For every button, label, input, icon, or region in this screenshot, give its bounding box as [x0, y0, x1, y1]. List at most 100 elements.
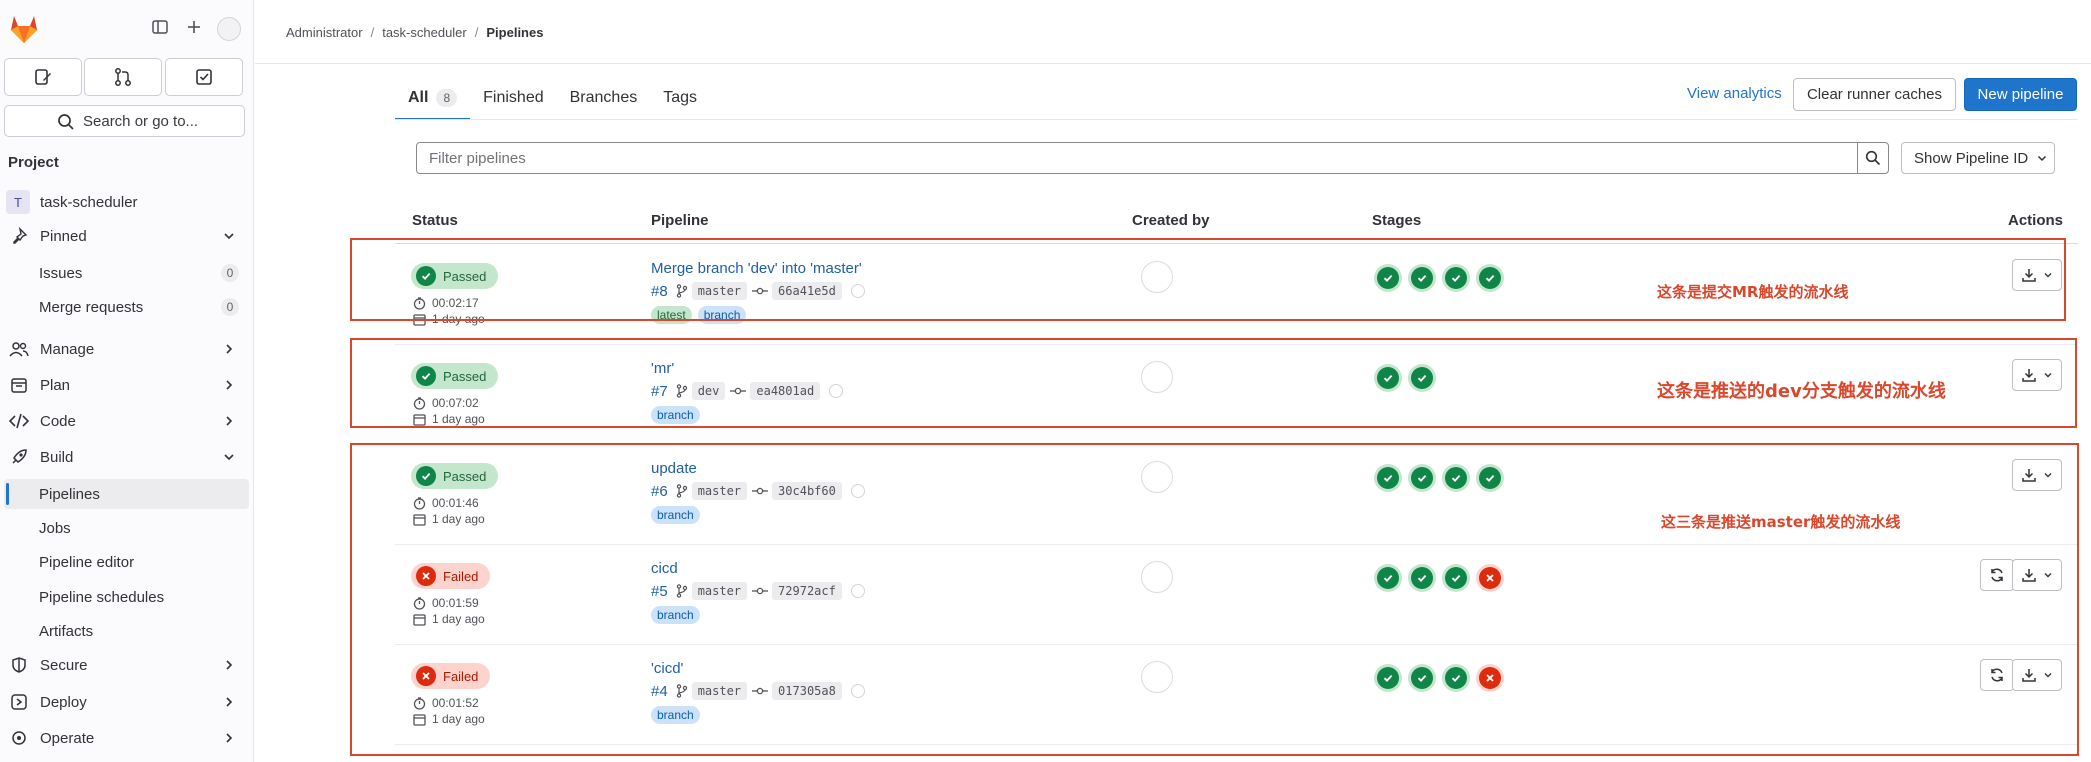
sidebar-item-build[interactable]: Build	[0, 442, 250, 472]
breadcrumb-current[interactable]: Pipelines	[486, 25, 543, 40]
sidebar-item-label: Operate	[40, 729, 95, 747]
annotation-box-mr	[350, 238, 2066, 321]
sidebar-item-label: Pipeline schedules	[39, 588, 165, 606]
sidebar-item-deploy[interactable]: Deploy	[0, 687, 250, 717]
annotation-box-master	[350, 443, 2079, 756]
sidebar-item-manage[interactable]: Manage	[0, 334, 250, 364]
sidebar-item-pipeline-editor[interactable]: Pipeline editor	[4, 547, 249, 577]
search-icon	[1865, 150, 1881, 166]
filter-search-button[interactable]	[1857, 142, 1889, 174]
chevron-down-icon	[224, 233, 234, 240]
view-analytics-link[interactable]: View analytics	[1687, 85, 1782, 102]
users-icon	[8, 338, 30, 360]
sidebar-item-label: Secure	[40, 656, 88, 674]
show-pipeline-id-dropdown[interactable]: Show Pipeline ID	[1901, 142, 2055, 174]
section-title: Project	[8, 154, 59, 171]
tab-label: Tags	[663, 89, 698, 106]
tab-divider	[395, 119, 2078, 120]
sidebar-item-pipeline-schedules[interactable]: Pipeline schedules	[4, 582, 249, 612]
issues-quick-button[interactable]	[4, 58, 82, 96]
user-avatar[interactable]	[217, 17, 241, 41]
sidebar-toggle-icon[interactable]	[149, 16, 171, 38]
chevron-right-icon	[226, 416, 233, 426]
tab-label: Branches	[569, 89, 638, 106]
sidebar-item-artifacts[interactable]: Artifacts	[4, 616, 249, 646]
chevron-right-icon	[226, 380, 233, 390]
plus-icon[interactable]	[183, 16, 205, 38]
sidebar-item-label: Pipeline editor	[39, 553, 135, 571]
sidebar-item-label: Manage	[40, 340, 95, 358]
sidebar-item-label: Artifacts	[39, 622, 94, 640]
breadcrumb-separator: /	[474, 25, 479, 40]
annotation-dev: 这条是推送的dev分支触发的流水线	[1657, 381, 1946, 402]
todo-quick-button[interactable]	[165, 58, 243, 96]
sidebar-item-label: Pipelines	[39, 485, 100, 503]
sidebar-project-link[interactable]: T task-scheduler	[6, 190, 246, 214]
pin-icon	[8, 225, 30, 247]
project-avatar: T	[6, 190, 30, 214]
sidebar-item-label: Issues	[39, 264, 83, 282]
tab-finished[interactable]: Finished	[470, 76, 556, 120]
sidebar-item-secure[interactable]: Secure	[0, 650, 250, 680]
breadcrumb-item[interactable]: Administrator	[286, 25, 363, 40]
new-pipeline-button[interactable]: New pipeline	[1964, 78, 2077, 111]
sidebar-item-code[interactable]: Code	[0, 406, 250, 436]
rocket-icon	[8, 446, 30, 468]
tab-all[interactable]: All 8	[395, 76, 471, 120]
count-badge: 0	[221, 298, 239, 316]
pipeline-tabs: All 8 Finished Branches Tags	[395, 76, 710, 120]
search-icon	[58, 114, 74, 130]
sidebar-item-label: Jobs	[39, 519, 71, 537]
sidebar-item-pipelines[interactable]: Pipelines	[4, 479, 249, 509]
sidebar-item-merge-requests[interactable]: Merge requests 0	[4, 292, 249, 322]
column-header-pipeline: Pipeline	[651, 212, 709, 229]
sidebar-item-operate[interactable]: Operate	[0, 723, 250, 753]
breadcrumb: Administrator / task-scheduler / Pipelin…	[286, 25, 543, 40]
chevron-right-icon	[226, 697, 233, 707]
sidebar-item-jobs[interactable]: Jobs	[4, 513, 249, 543]
global-search-input[interactable]: Search or go to...	[4, 105, 245, 137]
breadcrumb-separator: /	[370, 25, 375, 40]
column-header-created-by: Created by	[1132, 212, 1210, 229]
column-header-actions: Actions	[2008, 212, 2064, 229]
sidebar-item-issues[interactable]: Issues 0	[4, 258, 249, 288]
sidebar-item-label: Build	[40, 448, 74, 466]
tab-count-badge: 8	[436, 89, 458, 107]
sidebar: Search or go to... Project T task-schedu…	[0, 0, 254, 762]
chevron-right-icon	[226, 344, 233, 354]
chevron-down-icon	[2038, 155, 2047, 162]
sidebar-item-label: Plan	[40, 376, 71, 394]
chevron-right-icon	[226, 733, 233, 743]
todo-icon	[196, 69, 212, 85]
chevron-down-icon	[224, 454, 234, 461]
clear-runner-caches-button[interactable]: Clear runner caches	[1793, 78, 1956, 111]
annotation-mr: 这条是提交MR触发的流水线	[1657, 283, 1849, 301]
sidebar-item-label: Code	[40, 412, 76, 430]
column-header-stages: Stages	[1372, 212, 1422, 229]
filter-pipelines-input[interactable]: Filter pipelines	[416, 142, 1858, 174]
search-placeholder: Search or go to...	[83, 112, 199, 130]
sidebar-item-label: Merge requests	[39, 298, 144, 316]
tab-branches[interactable]: Branches	[557, 76, 651, 120]
tab-tags[interactable]: Tags	[650, 76, 710, 120]
merge-request-icon	[115, 68, 131, 86]
filter-placeholder: Filter pipelines	[429, 149, 526, 167]
issues-icon	[35, 69, 51, 85]
deploy-icon	[8, 691, 30, 713]
annotation-master: 这三条是推送master触发的流水线	[1661, 513, 1901, 531]
sidebar-item-pinned[interactable]: Pinned	[0, 221, 250, 251]
sidebar-item-label: Pinned	[40, 227, 87, 245]
merge-requests-quick-button[interactable]	[84, 58, 162, 96]
tab-label: Finished	[483, 89, 544, 106]
dropdown-label: Show Pipeline ID	[1914, 149, 2029, 167]
tab-label: All	[408, 89, 429, 106]
sidebar-item-label: Deploy	[40, 693, 87, 711]
breadcrumb-item[interactable]: task-scheduler	[382, 25, 467, 40]
gitlab-logo-icon[interactable]	[6, 10, 42, 46]
chevron-right-icon	[226, 660, 233, 670]
sidebar-item-plan[interactable]: Plan	[0, 370, 250, 400]
code-icon	[8, 410, 30, 432]
project-name: task-scheduler	[40, 193, 138, 211]
top-bar: Administrator / task-scheduler / Pipelin…	[255, 0, 2091, 64]
operate-icon	[8, 727, 30, 749]
